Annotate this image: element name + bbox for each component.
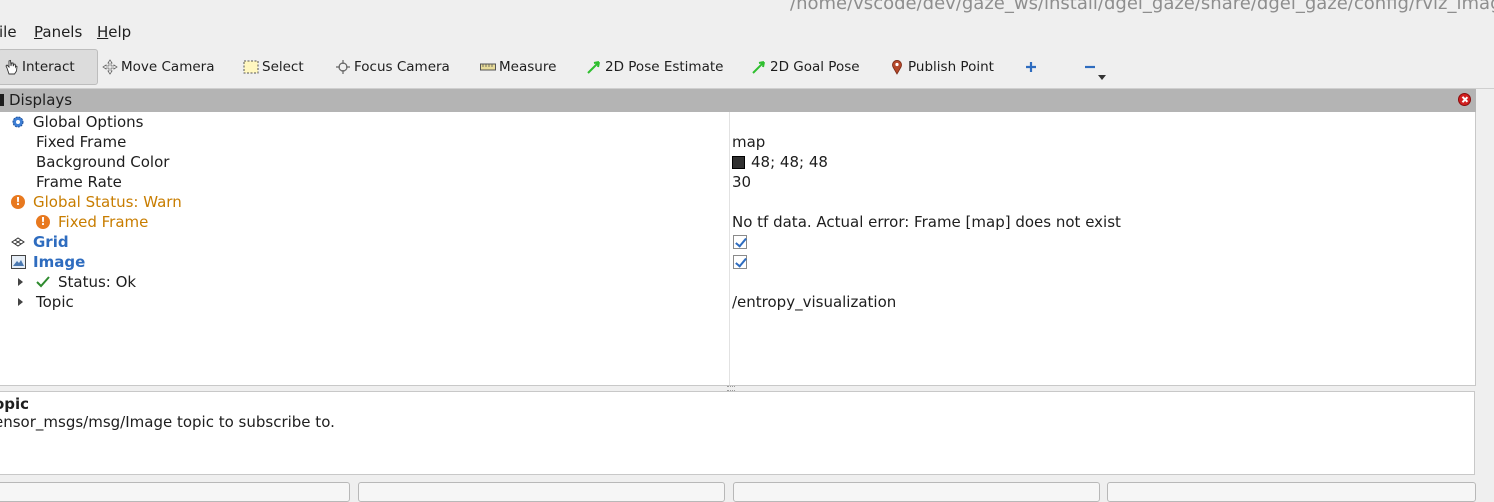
move-camera-tool-button[interactable]: Move Camera xyxy=(101,49,214,85)
dropdown-arrow-icon[interactable] xyxy=(1098,75,1106,80)
plus-icon xyxy=(1022,58,1040,76)
grid-enabled-checkbox[interactable] xyxy=(733,235,747,249)
warning-icon: ! xyxy=(36,215,50,229)
green-arrow-icon xyxy=(750,58,768,76)
menu-panels[interactable]: Panels xyxy=(34,23,82,41)
interact-tool-button[interactable]: Interact xyxy=(0,49,98,85)
menu-file-label: ile xyxy=(0,23,17,41)
crosshair-icon xyxy=(334,58,352,76)
menu-help-label: elp xyxy=(108,23,132,41)
displays-panel-title: Displays xyxy=(0,91,72,109)
tree-row-name: Topic xyxy=(36,293,74,311)
map-pin-icon xyxy=(888,58,906,76)
move-arrows-icon xyxy=(101,58,119,76)
grid-icon xyxy=(11,235,25,249)
image-icon xyxy=(11,255,26,269)
select-tool-label: Select xyxy=(262,59,304,75)
color-swatch[interactable] xyxy=(732,156,745,169)
publish-point-tool-button[interactable]: Publish Point xyxy=(888,49,994,85)
tree-row-global-options[interactable]: Global Options xyxy=(0,112,1475,132)
bottom-button-2[interactable] xyxy=(358,482,725,502)
tree-row-status-ok[interactable]: Status: Ok xyxy=(0,272,1475,292)
tree-row-value[interactable]: 30 xyxy=(732,173,751,191)
tree-row-name: Background Color xyxy=(36,153,170,171)
tree-row-value[interactable]: /entropy_visualization xyxy=(732,293,896,311)
property-description-text: ensor_msgs/msg/Image topic to subscribe … xyxy=(0,413,335,431)
menu-help-mnemonic: H xyxy=(97,23,109,41)
tree-row-value[interactable]: 48; 48; 48 xyxy=(732,153,828,171)
tool-bar: Interact Move Camera Select Focus Camera… xyxy=(0,44,1494,89)
menu-bar: ile Panels Help xyxy=(0,21,1494,45)
pose-estimate-tool-label: 2D Pose Estimate xyxy=(605,59,724,75)
pose-estimate-tool-button[interactable]: 2D Pose Estimate xyxy=(585,49,723,85)
hand-pointer-icon xyxy=(2,58,20,76)
tree-row-name: Fixed Frame xyxy=(36,133,127,151)
tree-row-name: Grid xyxy=(33,233,69,251)
expand-arrow-icon[interactable] xyxy=(18,298,23,306)
menu-help[interactable]: Help xyxy=(97,23,131,41)
move-camera-tool-label: Move Camera xyxy=(121,59,215,75)
expand-arrow-icon[interactable] xyxy=(18,278,23,286)
tree-row-name: Frame Rate xyxy=(36,173,122,191)
measure-tool-button[interactable]: Measure xyxy=(479,49,556,85)
publish-point-tool-label: Publish Point xyxy=(908,59,994,75)
property-description-title: opic xyxy=(0,395,30,413)
add-tool-button[interactable] xyxy=(1022,49,1042,85)
tree-row-topic[interactable]: Topic /entropy_visualization xyxy=(0,292,1475,312)
focus-camera-tool-label: Focus Camera xyxy=(354,59,450,75)
minus-icon xyxy=(1081,58,1099,76)
color-value-text: 48; 48; 48 xyxy=(751,153,828,171)
window-title-path: /home/vscode/dev/gaze_ws/install/dgel_ga… xyxy=(790,0,1494,14)
tree-row-grid[interactable]: Grid xyxy=(0,232,1475,252)
tree-row-frame-rate[interactable]: Frame Rate 30 xyxy=(0,172,1475,192)
bottom-button-3[interactable] xyxy=(733,482,1100,502)
goal-pose-tool-label: 2D Goal Pose xyxy=(770,59,860,75)
tree-row-name: Fixed Frame xyxy=(58,213,149,231)
tree-row-name: Global Options xyxy=(33,113,144,131)
displays-panel-header: Displays xyxy=(0,89,1476,112)
check-icon xyxy=(36,275,50,289)
selection-box-icon xyxy=(242,58,260,76)
tree-row-background-color[interactable]: Background Color 48; 48; 48 xyxy=(0,152,1475,172)
focus-camera-tool-button[interactable]: Focus Camera xyxy=(334,49,450,85)
bottom-button-1[interactable] xyxy=(0,482,350,502)
tree-row-global-status[interactable]: ! Global Status: Warn xyxy=(0,192,1475,212)
gear-icon xyxy=(11,115,25,129)
property-description-box: opic ensor_msgs/msg/Image topic to subsc… xyxy=(0,391,1475,475)
tree-row-value[interactable]: map xyxy=(732,133,765,151)
bottom-button-4[interactable] xyxy=(1107,482,1476,502)
tree-row-status-fixed-frame[interactable]: ! Fixed Frame No tf data. Actual error: … xyxy=(0,212,1475,232)
tree-row-image[interactable]: Image xyxy=(0,252,1475,272)
tree-row-name: Status: Ok xyxy=(58,273,137,291)
measure-tool-label: Measure xyxy=(499,59,557,75)
tree-row-name: Image xyxy=(33,253,86,271)
tree-row-value: No tf data. Actual error: Frame [map] do… xyxy=(732,213,1121,231)
tree-row-name: Global Status: Warn xyxy=(33,193,182,211)
ruler-icon xyxy=(479,58,497,76)
select-tool-button[interactable]: Select xyxy=(242,49,304,85)
goal-pose-tool-button[interactable]: 2D Goal Pose xyxy=(750,49,860,85)
menu-panels-label: anels xyxy=(42,23,83,41)
image-enabled-checkbox[interactable] xyxy=(733,255,747,269)
menu-file[interactable]: ile xyxy=(0,23,17,41)
displays-tree: Global Options Fixed Frame map Backgroun… xyxy=(0,112,1476,386)
interact-tool-label: Interact xyxy=(22,59,75,75)
green-arrow-icon xyxy=(585,58,603,76)
tree-row-fixed-frame[interactable]: Fixed Frame map xyxy=(0,132,1475,152)
close-panel-icon[interactable] xyxy=(1458,93,1471,106)
warning-icon: ! xyxy=(11,195,25,209)
